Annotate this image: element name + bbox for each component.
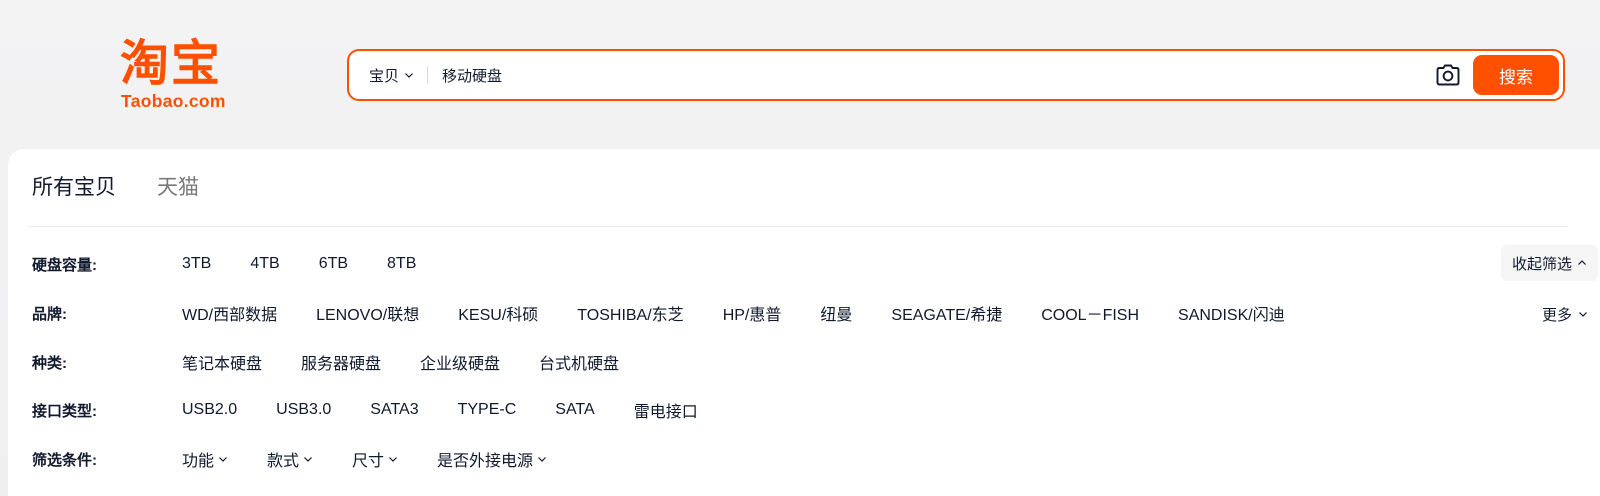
filter-option-capacity[interactable]: 8TB [387,255,416,273]
filter-option-type[interactable]: 服务器硬盘 [301,350,381,374]
filter-dropdown-label: 是否外接电源 [437,453,534,470]
filter-option-interface[interactable]: USB2.0 [182,401,237,419]
filter-option-brand[interactable]: COOL－FISH [1041,301,1139,325]
taobao-logo[interactable]: 淘宝 Taobao.com [120,38,250,114]
filter-dropdown-function[interactable]: 功能 [182,447,228,471]
filter-dropdown-label: 功能 [182,453,215,470]
filter-dropdown-external-power[interactable]: 是否外接电源 [437,447,547,471]
search-scope-label: 宝贝 [369,67,400,85]
filter-option-interface[interactable]: USB3.0 [276,401,331,419]
filter-option-brand[interactable]: KESU/科硕 [458,301,538,325]
filter-option-type[interactable]: 企业级硬盘 [420,350,500,374]
filter-row-type: 种类: 笔记本硬盘 服务器硬盘 企业级硬盘 台式机硬盘 [32,348,1572,376]
filter-option-capacity[interactable]: 6TB [319,255,348,273]
scope-divider [427,66,429,84]
chevron-down-icon [218,454,228,464]
chevron-down-icon [303,454,313,464]
filter-row-brand: 品牌: WD/西部数据 LENOVO/联想 KESU/科硕 TOSHIBA/东芝… [32,299,1572,327]
filter-option-type[interactable]: 笔记本硬盘 [182,350,262,374]
filter-option-brand[interactable]: LENOVO/联想 [316,301,419,325]
tab-tmall[interactable]: 天猫 [157,173,199,203]
filter-dropdown-label: 尺寸 [352,453,385,470]
collapse-filters-button[interactable]: 收起筛选 [1500,245,1598,281]
filter-label-conditions: 筛选条件: [32,451,97,469]
collapse-filters-label: 收起筛选 [1511,255,1572,273]
filter-option-brand[interactable]: SEAGATE/希捷 [891,301,1002,325]
search-scope-dropdown[interactable]: 宝贝 [369,51,414,99]
filter-option-brand[interactable]: WD/西部数据 [182,301,277,325]
more-brands-button[interactable]: 更多 [1542,300,1588,328]
result-tabs: 所有宝贝 天猫 [32,173,240,203]
filter-option-brand[interactable]: TOSHIBA/东芝 [577,301,683,325]
chevron-down-icon [1578,309,1588,319]
filter-row-interface: 接口类型: USB2.0 USB3.0 SATA3 TYPE-C SATA 雷电… [32,396,1572,424]
chevron-down-icon [404,70,414,80]
filter-option-capacity[interactable]: 3TB [182,255,211,273]
filter-option-capacity[interactable]: 4TB [250,255,279,273]
filter-label-capacity: 硬盘容量: [32,256,97,274]
filter-option-brand[interactable]: SANDISK/闪迪 [1178,301,1285,325]
tabs-divider [28,226,1568,227]
filter-label-brand: 品牌: [32,305,67,323]
filter-dropdown-size[interactable]: 尺寸 [352,447,398,471]
filter-option-interface[interactable]: TYPE-C [458,401,517,419]
filter-option-type[interactable]: 台式机硬盘 [539,350,619,374]
tab-all-items[interactable]: 所有宝贝 [32,173,116,203]
filter-dropdown-style[interactable]: 款式 [267,447,313,471]
chevron-down-icon [537,454,547,464]
filter-label-type: 种类: [32,354,67,372]
search-bar: 宝贝 搜索 [347,49,1565,101]
chevron-down-icon [388,454,398,464]
more-brands-label: 更多 [1541,306,1572,324]
filter-row-conditions: 筛选条件: 功能 款式 尺寸 是否外接电源 [32,445,1572,473]
filter-option-brand[interactable]: 纽曼 [820,301,852,325]
filter-option-interface[interactable]: SATA [555,401,594,419]
filter-panel: 所有宝贝 天猫 硬盘容量: 3TB 4TB 6TB 8TB 品牌: WD/西部数… [8,149,1600,496]
filter-label-interface: 接口类型: [32,402,97,420]
logo-domain-text: Taobao.com [121,91,226,111]
filter-row-capacity: 硬盘容量: 3TB 4TB 6TB 8TB [32,250,1572,278]
filter-option-interface[interactable]: 雷电接口 [634,398,698,422]
filter-option-brand[interactable]: HP/惠普 [723,301,782,325]
search-button[interactable]: 搜索 [1473,55,1559,95]
filter-option-interface[interactable]: SATA3 [370,401,418,419]
logo-chinese-text: 淘宝 [120,35,223,92]
filter-dropdown-label: 款式 [267,453,300,470]
chevron-up-icon [1577,258,1587,268]
search-input[interactable] [442,51,1435,99]
camera-icon[interactable] [1435,62,1461,88]
